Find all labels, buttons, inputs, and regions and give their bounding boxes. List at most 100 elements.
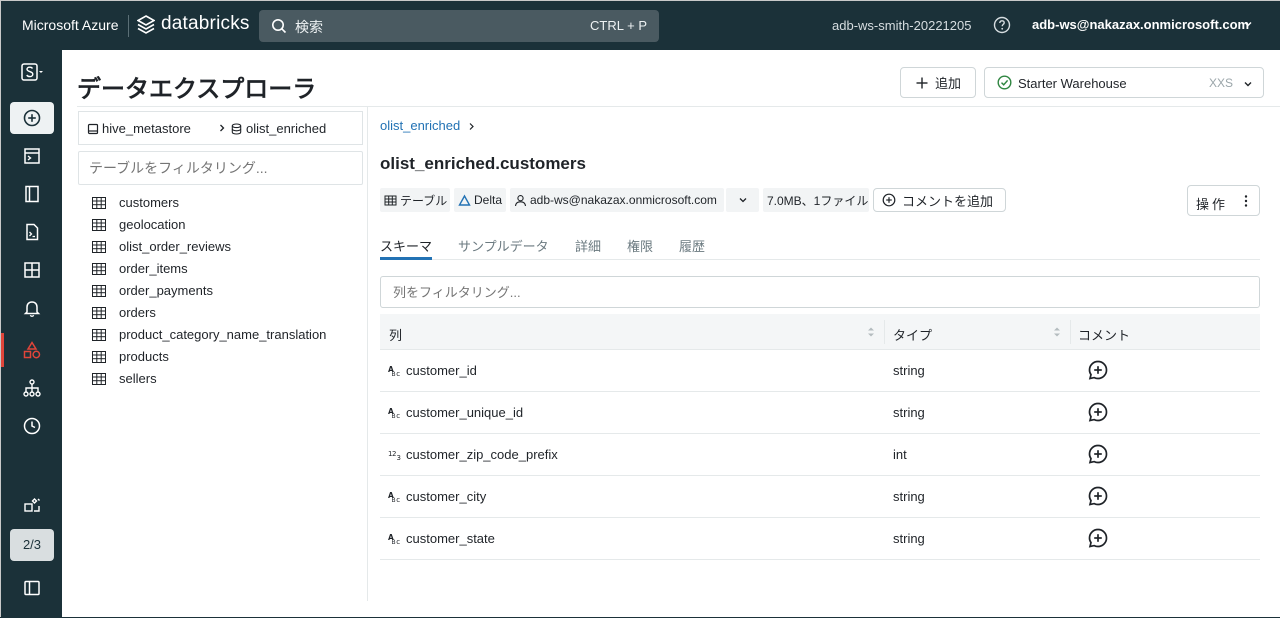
chevron-down-icon[interactable]: [1243, 19, 1253, 29]
svg-text:3: 3: [397, 454, 401, 460]
help-icon[interactable]: [993, 16, 1011, 34]
collapse-sidebar-button[interactable]: [10, 572, 54, 604]
account-menu[interactable]: adb-ws@nakazax.onmicrosoft.com: [1032, 17, 1249, 32]
persona-pager[interactable]: 2/3: [10, 529, 54, 561]
databricks-wordmark[interactable]: databricks: [161, 13, 250, 35]
active-tab-indicator: [380, 257, 432, 260]
workspace-name[interactable]: adb-ws-smith-20221205: [832, 18, 971, 33]
partner-connect-nav[interactable]: [10, 490, 54, 522]
sql-persona-icon: [21, 63, 43, 81]
svg-text:B: B: [392, 371, 396, 376]
tab-details[interactable]: 詳細: [575, 236, 601, 255]
table-list-item[interactable]: olist_order_reviews: [92, 236, 362, 258]
sidebar-toggle-icon: [24, 580, 40, 596]
azure-brand[interactable]: Microsoft Azure: [22, 17, 118, 33]
query-files-nav[interactable]: [10, 216, 54, 248]
table-icon: [384, 195, 397, 205]
string-type-icon: AB c: [388, 491, 400, 502]
owner-tag[interactable]: adb-ws@nakazax.onmicrosoft.com: [510, 188, 724, 212]
warehouse-name: Starter Warehouse: [1018, 76, 1127, 91]
table-icon: [92, 285, 106, 297]
table-name: geolocation: [119, 217, 186, 232]
global-search[interactable]: 検索 CTRL + P: [259, 10, 659, 42]
catalog-schema-selector[interactable]: hive_metastore olist_enriched: [78, 111, 363, 145]
string-type-icon: AB c: [388, 407, 400, 418]
clock-icon: [23, 417, 41, 435]
string-type-icon: AB c: [388, 533, 400, 544]
table-list-item[interactable]: product_category_name_translation: [92, 324, 362, 346]
sort-icon[interactable]: [1053, 326, 1061, 338]
table-name: sellers: [119, 371, 157, 386]
brand-divider: [128, 15, 129, 37]
query-history-nav[interactable]: [10, 410, 54, 442]
table-name: order_payments: [119, 283, 213, 298]
databricks-logo-icon: [137, 15, 155, 34]
column-header[interactable]: 列: [389, 325, 402, 344]
add-comment-button[interactable]: コメントを追加: [873, 188, 1006, 212]
workflows-nav[interactable]: [10, 372, 54, 404]
table-list-item[interactable]: geolocation: [92, 214, 362, 236]
search-icon: [272, 19, 287, 34]
table-list: customers geolocation olist_order_reviews o…: [92, 192, 362, 390]
schema-name[interactable]: olist_enriched: [246, 121, 326, 136]
page-title: データエクスプローラ: [77, 76, 317, 103]
table-list-item[interactable]: products: [92, 346, 362, 368]
dashboards-nav[interactable]: [10, 254, 54, 286]
column-type: string: [893, 489, 925, 504]
add-button-label: 追加: [934, 76, 961, 91]
table-filter-input[interactable]: [78, 151, 363, 185]
tab-history[interactable]: 履歴: [679, 236, 705, 255]
add-button[interactable]: 追加: [900, 67, 976, 98]
table-list-item[interactable]: sellers: [92, 368, 362, 390]
add-comment-icon[interactable]: [1087, 359, 1109, 381]
sql-editor-nav[interactable]: [10, 140, 54, 172]
comment-header: コメント: [1078, 328, 1131, 343]
table-name: customers: [119, 195, 179, 210]
grid-body: A Bc customer_id string A Bc customer_unique_i…: [380, 350, 1260, 560]
dashboard-icon: [24, 262, 40, 278]
svg-text:c: c: [396, 538, 400, 544]
search-placeholder: 検索: [295, 19, 323, 35]
column-name: customer_unique_id: [406, 405, 524, 420]
column-type: string: [893, 363, 925, 378]
grid-header: 列 タイプ コメント: [380, 314, 1260, 350]
table-row: A Bc customer_city string: [380, 476, 1260, 518]
column-name: customer_zip_code_prefix: [406, 447, 558, 462]
operations-button[interactable]: 操作: [1187, 185, 1260, 216]
table-icon: [92, 351, 106, 363]
column-filter-input[interactable]: [380, 276, 1260, 308]
size-label: 7.0MB、1ファイル: [767, 193, 869, 208]
query-file-icon: [26, 223, 39, 241]
warehouse-select[interactable]: Starter Warehouse XXS: [984, 67, 1264, 98]
search-shortcut: CTRL + P: [590, 18, 647, 33]
catalog-name[interactable]: hive_metastore: [102, 121, 191, 136]
data-explorer-icon: [23, 341, 41, 359]
add-comment-icon[interactable]: [1087, 527, 1109, 549]
add-comment-icon[interactable]: [1087, 401, 1109, 423]
top-bar: Microsoft Azure databricks 検索 CTRL + P a…: [1, 1, 1280, 50]
schema-breadcrumb-link[interactable]: olist_enriched: [380, 118, 460, 133]
new-button[interactable]: [10, 102, 54, 134]
table-list-item[interactable]: orders: [92, 302, 362, 324]
table-icon: [92, 197, 106, 209]
owner-dropdown[interactable]: [726, 188, 759, 212]
table-icon: [92, 241, 106, 253]
add-comment-icon[interactable]: [1087, 485, 1109, 507]
data-explorer-nav[interactable]: [10, 334, 54, 366]
add-comment-icon[interactable]: [1087, 443, 1109, 465]
queries-nav[interactable]: [10, 178, 54, 210]
chevron-right-icon: [469, 123, 474, 130]
sort-icon[interactable]: [867, 326, 875, 338]
alerts-nav[interactable]: [10, 292, 54, 324]
table-name: product_category_name_translation: [119, 327, 327, 342]
table-list-item[interactable]: order_items: [92, 258, 362, 280]
tab-permissions[interactable]: 権限: [627, 236, 653, 255]
table-list-item[interactable]: customers: [92, 192, 362, 214]
chevron-right-icon: [220, 124, 225, 132]
workspace-switcher-button[interactable]: [10, 56, 54, 88]
tab-schema[interactable]: スキーマ: [380, 236, 432, 255]
table-list-item[interactable]: order_payments: [92, 280, 362, 302]
tab-sample-data[interactable]: サンプルデータ: [458, 236, 549, 255]
table-row: A Bc customer_id string: [380, 350, 1260, 392]
type-header[interactable]: タイプ: [893, 325, 932, 344]
